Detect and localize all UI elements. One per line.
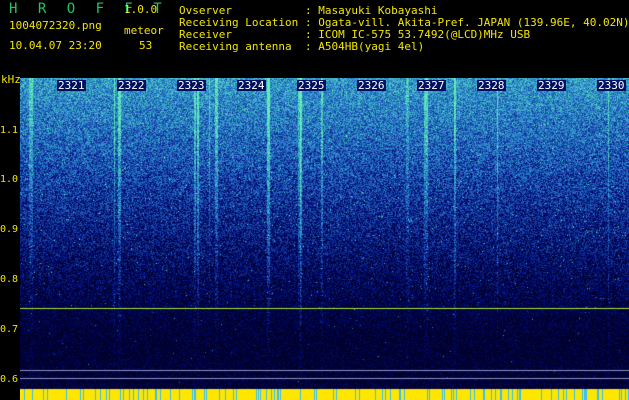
- file-name: 1004072320.png: [9, 19, 102, 32]
- datetime: 10.04.07 23:20: [9, 39, 102, 52]
- y-tick-label: 1.1: [0, 125, 19, 136]
- y-tick-label: 1.0: [0, 174, 19, 185]
- y-tick-label: 0.7: [0, 324, 19, 335]
- time-tick-label: 2329: [537, 79, 566, 92]
- y-tick-label: 0.6: [0, 374, 19, 385]
- time-tick-label: 2330: [597, 79, 626, 92]
- time-tick-label: 2321: [57, 79, 86, 92]
- location-label: Receiving Location: [179, 16, 299, 29]
- time-tick-label: 2326: [357, 79, 386, 92]
- time-tick-label: 2322: [117, 79, 146, 92]
- time-tick-label: 2323: [177, 79, 206, 92]
- spectrogram[interactable]: [20, 78, 629, 400]
- frequency-unit-label: kHz: [1, 73, 21, 86]
- observer-value: : Masayuki Kobayashi: [305, 4, 438, 17]
- antenna-label: Receiving antenna: [179, 40, 292, 53]
- y-tick-label: 0.9: [0, 224, 19, 235]
- header-panel: H R O F F T 1.0.0 1004072320.png meteor …: [0, 0, 629, 76]
- time-tick-label: 2327: [417, 79, 446, 92]
- receiver-label: Receiver: [179, 28, 232, 41]
- meteor-label: meteor: [124, 24, 164, 37]
- meteor-count: 53: [139, 39, 153, 52]
- receiver-value: : ICOM IC-575 53.7492(@LCD)MHz USB: [305, 28, 531, 41]
- time-tick-label: 2325: [297, 79, 326, 92]
- y-tick-label: 0.8: [0, 274, 19, 285]
- observer-label: Ovserver: [179, 4, 232, 17]
- app-version: 1.0.0: [124, 3, 158, 16]
- antenna-value: : A504HB(yagi 4el): [305, 40, 425, 53]
- time-tick-label: 2328: [477, 79, 506, 92]
- time-tick-label: 2324: [237, 79, 266, 92]
- location-value: : Ogata-vill. Akita-Pref. JAPAN (139.96E…: [305, 16, 629, 29]
